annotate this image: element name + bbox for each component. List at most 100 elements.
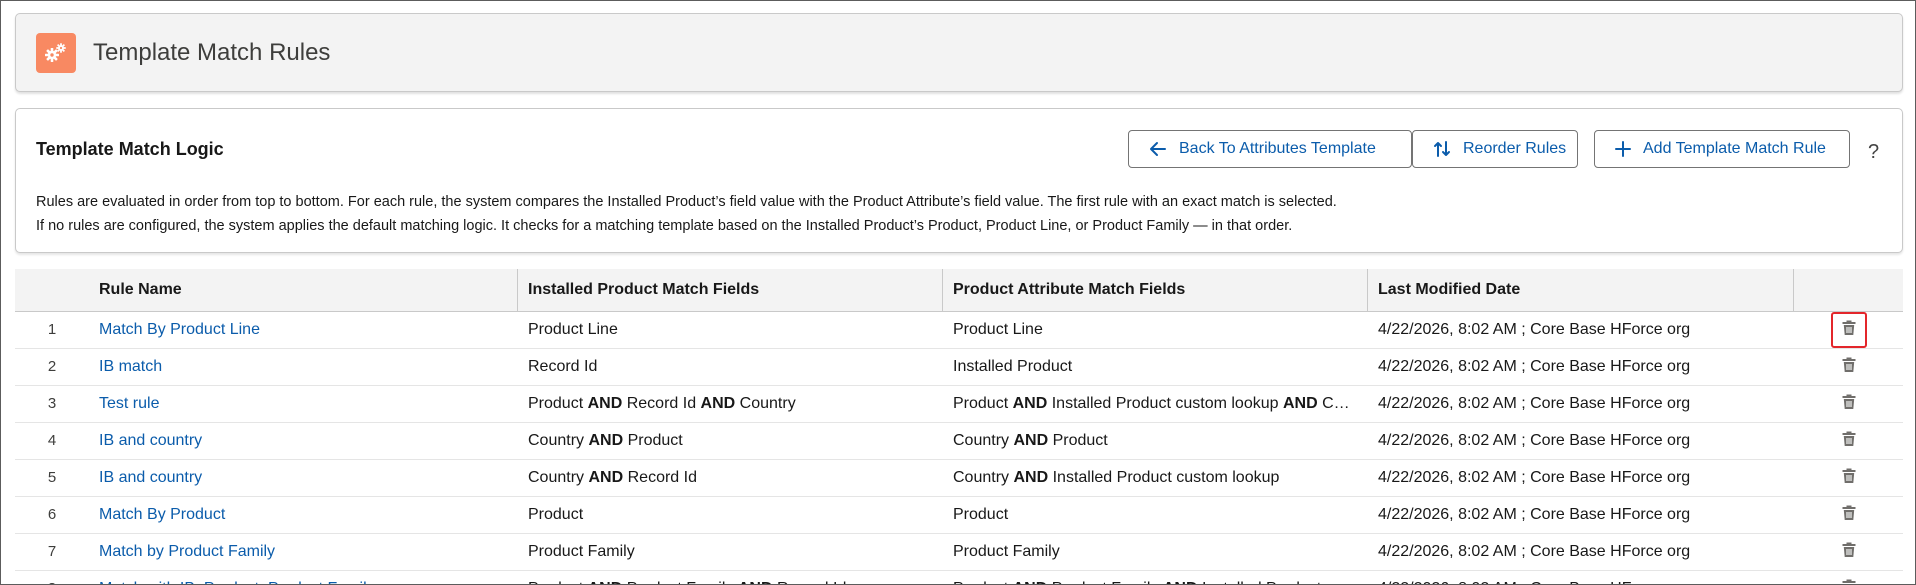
rule-name-cell: IB and country <box>89 422 518 460</box>
rule-name-link[interactable]: IB match <box>99 358 162 375</box>
delete-rule-button[interactable] <box>1832 461 1866 495</box>
row-number: 1 <box>15 311 89 349</box>
installed-product-fields-cell: Product AND Product Family AND Record Id <box>518 570 943 585</box>
delete-rule-button[interactable] <box>1832 350 1866 384</box>
installed-product-fields-cell: Product Line <box>518 311 943 349</box>
installed-product-fields-cell: Product AND Record Id AND Country <box>518 385 943 423</box>
table-header-row: Rule Name Installed Product Match Fields… <box>15 269 1903 312</box>
page-title: Template Match Rules <box>93 38 331 66</box>
product-attribute-field: Product Family <box>1052 580 1159 585</box>
rule-name-cell: Match By Product Line <box>89 311 518 349</box>
page-header: Template Match Rules <box>15 13 1903 92</box>
rule-name-link[interactable]: Match by Product Family <box>99 543 275 560</box>
rule-name-cell: Test rule <box>89 385 518 423</box>
column-header-product-attribute-fields[interactable]: Product Attribute Match Fields <box>943 269 1368 312</box>
rule-name-link[interactable]: IB and country <box>99 469 202 486</box>
rule-name-link[interactable]: Match By Product <box>99 506 225 523</box>
installed-product-field: Record Id <box>528 357 598 375</box>
and-keyword: AND <box>588 468 624 486</box>
product-attribute-field: Country <box>953 468 1010 486</box>
trash-icon <box>1841 356 1857 378</box>
installed-product-field: Record Id <box>627 468 697 486</box>
add-button-label: Add Template Match Rule <box>1643 140 1826 157</box>
and-keyword: AND <box>1013 580 1048 585</box>
installed-product-field: Product <box>528 505 584 523</box>
product-attribute-fields-cell: Product AND Product Family AND Installed… <box>943 570 1368 585</box>
logic-title: Template Match Logic <box>36 139 224 159</box>
and-keyword: AND <box>1013 468 1049 486</box>
column-header-rule-name[interactable]: Rule Name <box>89 269 518 312</box>
actions-cell <box>1794 459 1903 497</box>
installed-product-fields-cell: Product Family <box>518 533 943 571</box>
installed-product-field: Product Line <box>528 320 618 338</box>
table-row: 2 IB match Record Id Installed Product 4/22/… <box>15 348 1903 386</box>
product-attribute-field: Installed Product custom lookup <box>1052 468 1280 486</box>
row-number: 7 <box>15 533 89 571</box>
rule-name-link[interactable]: IB and country <box>99 432 202 449</box>
product-attribute-fields-cell: Product Line <box>943 311 1368 349</box>
app-frame: Template Match Rules Template Match Logi… <box>0 0 1916 585</box>
installed-product-field: Product Family <box>528 542 635 560</box>
and-keyword: AND <box>588 431 624 449</box>
product-attribute-fields-cell: Country AND Product <box>943 422 1368 460</box>
last-modified-cell: 4/22/2026, 8:02 AM ; Core Base HForce or… <box>1368 570 1794 584</box>
delete-rule-button[interactable] <box>1832 424 1866 458</box>
product-attribute-field: Product Line <box>953 320 1043 338</box>
product-attribute-field: Product <box>953 505 1009 523</box>
column-header-number <box>15 269 89 312</box>
installed-product-fields-cell: Product <box>518 496 943 534</box>
rule-name-link[interactable]: Match with IB, Product, Product Family <box>99 580 375 585</box>
table-row: 5 IB and country Country AND Record Id Coun… <box>15 459 1903 497</box>
gears-icon <box>36 32 76 73</box>
product-attribute-field: Installed Product custom lookup <box>1051 394 1279 412</box>
installed-product-field: Record Id <box>777 580 846 585</box>
table-body: 1 Match By Product Line Product Line Produc… <box>15 311 1903 585</box>
product-attribute-fields-cell: Installed Product <box>943 348 1368 386</box>
reorder-arrows-icon <box>1433 140 1451 158</box>
arrow-left-icon <box>1149 141 1167 157</box>
installed-product-field: Product <box>528 580 583 585</box>
reorder-button-label: Reorder Rules <box>1463 140 1567 157</box>
actions-cell <box>1794 570 1903 584</box>
and-keyword: AND <box>587 394 623 412</box>
table-row: 1 Match By Product Line Product Line Produc… <box>15 311 1903 349</box>
installed-product-field: Country <box>528 431 585 449</box>
product-attribute-field: Installed Product <box>1202 580 1321 585</box>
help-icon[interactable]: ? <box>1868 141 1879 164</box>
description-line-2: If no rules are configured, the system a… <box>36 218 1293 234</box>
product-attribute-field: Product <box>953 580 1008 585</box>
product-attribute-fields-cell: Product Family <box>943 533 1368 571</box>
add-template-match-rule-button[interactable]: Add Template Match Rule <box>1594 130 1850 168</box>
table-row: 8 Match with IB, Product, Product Family P… <box>15 570 1903 585</box>
last-modified-cell: 4/22/2026, 8:02 AM ; Core Base HForce or… <box>1368 533 1794 571</box>
trash-icon <box>1841 467 1857 489</box>
last-modified-cell: 4/22/2026, 8:02 AM ; Core Base HForce or… <box>1368 385 1794 423</box>
row-number: 6 <box>15 496 89 534</box>
match-logic-card: Template Match Logic Back To Attributes … <box>15 108 1903 253</box>
last-modified-cell: 4/22/2026, 8:02 AM ; Core Base HForce or… <box>1368 459 1794 497</box>
delete-rule-button[interactable] <box>1832 572 1866 584</box>
delete-rule-button[interactable] <box>1832 387 1866 421</box>
installed-product-field: Record Id <box>626 394 697 412</box>
table-row: 7 Match by Product Family Product Family Pr… <box>15 533 1903 571</box>
rule-name-link[interactable]: Match By Product Line <box>99 321 260 338</box>
product-attribute-field: Country <box>1322 394 1368 412</box>
trash-icon <box>1841 393 1857 415</box>
delete-rule-button[interactable] <box>1832 535 1866 569</box>
product-attribute-fields-cell: Product <box>943 496 1368 534</box>
reorder-rules-button[interactable]: Reorder Rules <box>1412 130 1578 168</box>
delete-rule-button[interactable] <box>1830 311 1867 347</box>
rule-name-link[interactable]: Test rule <box>99 395 159 412</box>
actions-cell <box>1794 348 1903 386</box>
row-number: 3 <box>15 385 89 423</box>
last-modified-cell: 4/22/2026, 8:02 AM ; Core Base HForce or… <box>1368 496 1794 534</box>
delete-rule-button[interactable] <box>1832 498 1866 532</box>
installed-product-field: Product Family <box>627 580 734 585</box>
rule-name-cell: IB and country <box>89 459 518 497</box>
table-row: 6 Match By Product Product Product 4/22/2026… <box>15 496 1903 534</box>
installed-product-fields-cell: Country AND Product <box>518 422 943 460</box>
column-header-installed-product-fields[interactable]: Installed Product Match Fields <box>518 269 943 312</box>
product-attribute-field: Product Family <box>953 542 1060 560</box>
column-header-last-modified[interactable]: Last Modified Date <box>1368 269 1794 312</box>
back-to-attributes-template-button[interactable]: Back To Attributes Template <box>1128 130 1412 168</box>
